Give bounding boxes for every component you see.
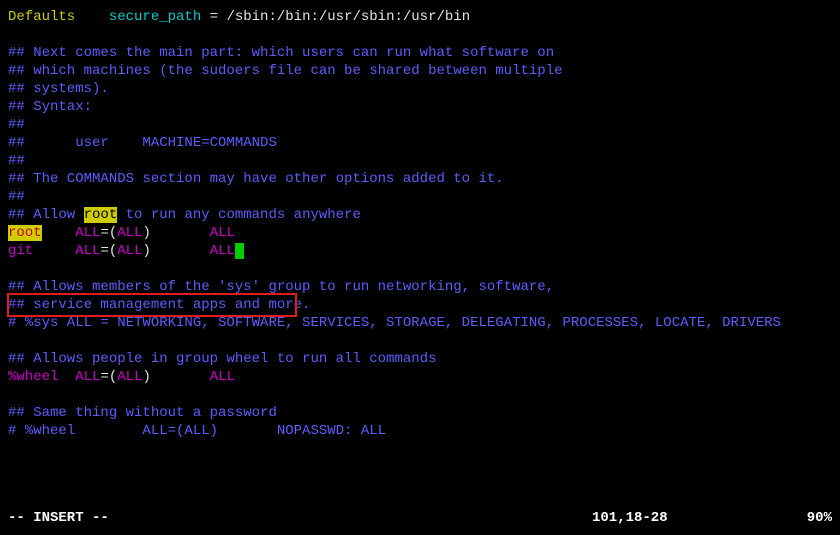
comment-text: to run any commands anywhere — [117, 207, 361, 223]
comment-line[interactable]: ## Allow root to run any commands anywhe… — [8, 206, 832, 224]
spacing — [42, 225, 76, 241]
user-git: git — [8, 243, 33, 259]
paren: =( — [100, 225, 117, 241]
comment-line[interactable]: ## — [8, 116, 832, 134]
comment-line[interactable]: ## Syntax: — [8, 98, 832, 116]
paren: ) — [142, 243, 209, 259]
blank-line[interactable] — [8, 26, 832, 44]
all-token: ALL — [210, 225, 235, 241]
user-root: root — [8, 225, 42, 241]
comment-line[interactable]: ## Next comes the main part: which users… — [8, 44, 832, 62]
spacing — [33, 243, 75, 259]
scroll-percent: 90% — [772, 509, 832, 527]
comment-line[interactable]: ## Allows members of the 'sys' group to … — [8, 278, 832, 296]
equals: = — [210, 9, 227, 25]
paren: ) — [142, 369, 209, 385]
all-token: ALL — [75, 225, 100, 241]
blank-line[interactable] — [8, 260, 832, 278]
comment-line[interactable]: # %wheel ALL=(ALL) NOPASSWD: ALL — [8, 422, 832, 440]
paren: =( — [100, 243, 117, 259]
comment-line[interactable]: ## which machines (the sudoers file can … — [8, 62, 832, 80]
comment-line[interactable]: ## — [8, 152, 832, 170]
paren: ) — [142, 225, 209, 241]
path-value: /sbin:/bin:/usr/sbin:/usr/bin — [226, 9, 470, 25]
blank-line[interactable] — [8, 332, 832, 350]
paren: =( — [100, 369, 117, 385]
cursor — [235, 243, 244, 259]
all-token: ALL — [75, 243, 100, 259]
code-line[interactable]: Defaults secure_path = /sbin:/bin:/usr/s… — [8, 8, 832, 26]
sudoers-entry-git[interactable]: git ALL=(ALL) ALL — [8, 242, 832, 260]
sudoers-entry-root[interactable]: root ALL=(ALL) ALL — [8, 224, 832, 242]
keyword-defaults: Defaults — [8, 9, 75, 25]
vim-mode: -- INSERT -- — [8, 509, 592, 527]
comment-line[interactable]: ## Same thing without a password — [8, 404, 832, 422]
vim-status-bar: -- INSERT -- 101,18-28 90% — [8, 509, 832, 527]
comment-line[interactable]: ## systems). — [8, 80, 832, 98]
all-token: ALL — [210, 369, 235, 385]
all-token: ALL — [210, 243, 235, 259]
all-token: ALL — [75, 369, 100, 385]
spacing — [58, 369, 75, 385]
highlight-root: root — [84, 207, 118, 223]
cursor-position: 101,18-28 — [592, 509, 772, 527]
sudoers-entry-wheel[interactable]: %wheel ALL=(ALL) ALL — [8, 368, 832, 386]
comment-line[interactable]: ## The COMMANDS section may have other o… — [8, 170, 832, 188]
all-token: ALL — [117, 369, 142, 385]
secure-path-key: secure_path — [75, 9, 209, 25]
all-token: ALL — [117, 225, 142, 241]
comment-text: ## Allow — [8, 207, 84, 223]
group-wheel: %wheel — [8, 369, 58, 385]
comment-line[interactable]: ## service management apps and more. — [8, 296, 832, 314]
all-token: ALL — [117, 243, 142, 259]
blank-line[interactable] — [8, 386, 832, 404]
comment-line[interactable]: ## user MACHINE=COMMANDS — [8, 134, 832, 152]
comment-line[interactable]: ## Allows people in group wheel to run a… — [8, 350, 832, 368]
comment-line[interactable]: ## — [8, 188, 832, 206]
comment-line[interactable]: # %sys ALL = NETWORKING, SOFTWARE, SERVI… — [8, 314, 832, 332]
